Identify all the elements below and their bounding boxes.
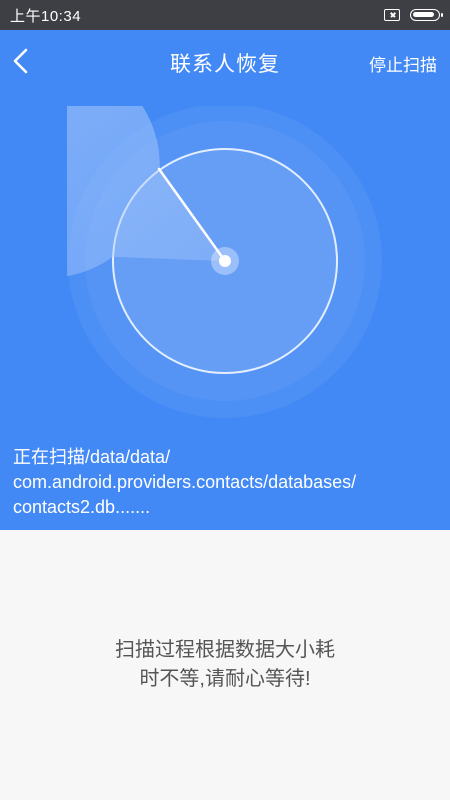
battery-icon <box>410 9 443 21</box>
top-bar: 联系人恢复 停止扫描 <box>0 30 450 92</box>
status-bar: 上午10:34 <box>0 0 450 30</box>
scan-path-line: com.android.providers.contacts/databases… <box>13 472 357 492</box>
scan-hint-line: 时不等,请耐心等待! <box>139 668 311 690</box>
scan-hint-line: 扫描过程根据数据大小耗 <box>115 639 335 661</box>
scan-header: 联系人恢复 停止扫描 正在扫描/data/data/ com.android.p… <box>0 30 450 530</box>
radar-center-dot <box>219 255 231 267</box>
status-icons <box>384 9 443 21</box>
battery-level <box>413 12 434 17</box>
stop-scan-button[interactable]: 停止扫描 <box>369 51 437 76</box>
status-time: 上午10:34 <box>10 7 82 25</box>
scan-path-line: 正在扫描/data/data/ <box>13 447 171 467</box>
scan-path-text: 正在扫描/data/data/ com.android.providers.co… <box>13 445 433 520</box>
radar-scan-icon <box>0 53 383 422</box>
scan-hint: 扫描过程根据数据大小耗 时不等,请耐心等待! <box>0 636 450 694</box>
sim-disabled-icon <box>384 9 400 21</box>
scan-path-line: contacts2.db....... <box>13 497 151 517</box>
